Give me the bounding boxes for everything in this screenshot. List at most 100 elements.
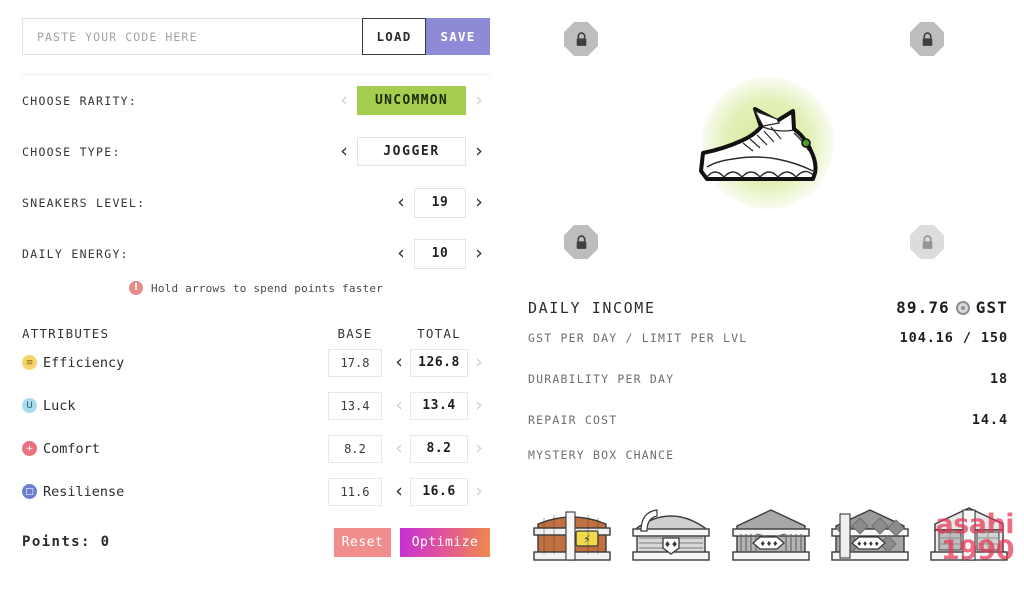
income-section: DAILY INCOME 89.76 GST GST PER DAY / LIM…	[528, 298, 1008, 462]
sneaker-icon	[699, 107, 818, 181]
exclamation-icon: !	[129, 281, 144, 295]
lock-icon	[576, 234, 586, 249]
table-row: ≡ Efficiency 17.8 ‹ 126.8 ›	[22, 341, 490, 384]
table-row: □ Resiliense 11.6 ‹ 16.6 ›	[22, 470, 490, 513]
attribute-decrease-button[interactable]: ‹	[388, 396, 410, 415]
type-next-button[interactable]: ›	[468, 142, 490, 161]
type-prev-button[interactable]: ‹	[333, 142, 355, 161]
attribute-total-stepper: ‹ 13.4 ›	[388, 391, 490, 420]
attribute-name-cell: □ Resiliense	[22, 484, 328, 500]
attribute-total-value: 8.2	[410, 434, 468, 463]
energy-increase-button[interactable]: ›	[468, 244, 490, 263]
mystery-box-label: MYSTERY BOX CHANCE	[528, 448, 675, 462]
stat-value: 104.16 / 150	[899, 329, 1008, 346]
rarity-label: CHOOSE RARITY:	[22, 93, 138, 108]
income-amount: 89.76 GST	[896, 298, 1008, 317]
socket-top-left[interactable]	[564, 22, 598, 56]
lock-icon	[922, 234, 932, 249]
attribute-decrease-button[interactable]: ‹	[388, 353, 410, 372]
attribute-increase-button[interactable]: ›	[468, 396, 490, 415]
rarity-stepper: ‹ UNCOMMON ›	[333, 86, 490, 115]
save-button[interactable]: SAVE	[426, 18, 490, 55]
table-row: + Comfort 8.2 ‹ 8.2 ›	[22, 427, 490, 470]
attribute-total-value: 13.4	[410, 391, 468, 420]
attributes-header-base: BASE	[337, 326, 373, 341]
type-label: CHOOSE TYPE:	[22, 144, 121, 159]
income-title: DAILY INCOME	[528, 298, 656, 317]
attribute-total-value: 16.6	[410, 477, 468, 506]
luck-icon: U	[22, 398, 37, 413]
socket-top-right[interactable]	[910, 22, 944, 56]
attribute-total-stepper: ‹ 16.6 ›	[388, 477, 490, 506]
optimize-button[interactable]: Optimize	[400, 527, 490, 557]
mystery-box-tier-3[interactable]: ♦♦♦	[727, 498, 815, 568]
level-stepper: ‹ 19 ›	[390, 187, 490, 218]
mystery-box-list: ⚡ ♦♦ ♦♦♦ ♦♦♦♦	[528, 498, 1013, 568]
stat-label: REPAIR COST	[528, 412, 618, 427]
attribute-base-value: 11.6	[328, 477, 382, 506]
attribute-base-value: 8.2	[328, 434, 382, 463]
rarity-prev-button[interactable]: ‹	[333, 91, 355, 110]
stat-label: DURABILITY PER DAY	[528, 371, 675, 386]
attribute-increase-button[interactable]: ›	[468, 439, 490, 458]
level-value: 19	[414, 187, 466, 218]
socket-bottom-right[interactable]	[910, 225, 944, 259]
attributes-header-name: ATTRIBUTES	[22, 326, 110, 341]
svg-text:♦♦: ♦♦	[664, 540, 678, 549]
energy-stepper: ‹ 10 ›	[390, 238, 490, 269]
comfort-icon: +	[22, 441, 37, 456]
level-decrease-button[interactable]: ‹	[390, 193, 412, 212]
mystery-box-tier-5[interactable]	[925, 498, 1013, 568]
stat-value: 18	[989, 370, 1008, 387]
income-amount-value: 89.76	[896, 298, 950, 317]
rarity-value: UNCOMMON	[357, 86, 466, 115]
attribute-total-stepper: ‹ 126.8 ›	[388, 348, 490, 377]
attribute-total-value: 126.8	[410, 348, 468, 377]
energy-decrease-button[interactable]: ‹	[390, 244, 412, 263]
stat-value: 14.4	[971, 411, 1008, 428]
attribute-base-value: 17.8	[328, 348, 382, 377]
mystery-box-tier-4[interactable]: ♦♦♦♦	[826, 498, 914, 568]
table-row: U Luck 13.4 ‹ 13.4 ›	[22, 384, 490, 427]
rarity-next-button[interactable]: ›	[468, 91, 490, 110]
preview-panel: DAILY INCOME 89.76 GST GST PER DAY / LIM…	[512, 0, 1024, 598]
income-currency: GST	[975, 298, 1008, 317]
type-value: JOGGER	[357, 137, 466, 166]
hint-row: ! Hold arrows to spend points faster	[22, 281, 490, 295]
lock-icon	[922, 31, 932, 46]
socket-bottom-left[interactable]	[564, 225, 598, 259]
sneaker-calculator-app: LOAD SAVE CHOOSE RARITY: ‹ UNCOMMON › CH…	[0, 0, 1024, 598]
table-row: DURABILITY PER DAY 18	[528, 358, 1008, 399]
attribute-label: Efficiency	[43, 354, 125, 371]
resiliense-icon: □	[22, 484, 37, 499]
attribute-base-value: 13.4	[328, 391, 382, 420]
attribute-label: Resiliense	[43, 483, 125, 500]
table-row: GST PER DAY / LIMIT PER LVL 104.16 / 150	[528, 317, 1008, 358]
attributes-header: ATTRIBUTES BASE TOTAL	[22, 301, 490, 341]
attribute-label: Luck	[43, 397, 76, 414]
table-row: REPAIR COST 14.4	[528, 399, 1008, 440]
attribute-increase-button[interactable]: ›	[468, 482, 490, 501]
code-input[interactable]	[22, 18, 362, 55]
attribute-decrease-button[interactable]: ‹	[388, 439, 410, 458]
attribute-name-cell: + Comfort	[22, 441, 328, 457]
mystery-box-tier-1[interactable]: ⚡	[528, 498, 616, 568]
hint-text: Hold arrows to spend points faster	[151, 281, 383, 295]
mystery-box-tier-2[interactable]: ♦♦	[627, 498, 715, 568]
reset-button[interactable]: Reset	[334, 527, 391, 557]
lock-icon	[576, 31, 586, 46]
footer-row: Points: 0 Reset Optimize	[22, 517, 490, 567]
config-panel: LOAD SAVE CHOOSE RARITY: ‹ UNCOMMON › CH…	[0, 0, 512, 598]
load-button[interactable]: LOAD	[362, 18, 426, 55]
attributes-header-total: TOTAL	[417, 326, 461, 341]
income-header: DAILY INCOME 89.76 GST	[528, 298, 1008, 317]
level-label: SNEAKERS LEVEL:	[22, 195, 146, 210]
attribute-name-cell: ≡ Efficiency	[22, 355, 328, 371]
sneaker-preview	[512, 58, 1024, 228]
energy-row: DAILY ENERGY: ‹ 10 ›	[22, 228, 490, 279]
level-increase-button[interactable]: ›	[468, 193, 490, 212]
svg-text:⚡: ⚡	[583, 533, 591, 546]
svg-text:♦♦♦: ♦♦♦	[759, 540, 778, 548]
attribute-increase-button[interactable]: ›	[468, 353, 490, 372]
attribute-decrease-button[interactable]: ‹	[388, 482, 410, 501]
